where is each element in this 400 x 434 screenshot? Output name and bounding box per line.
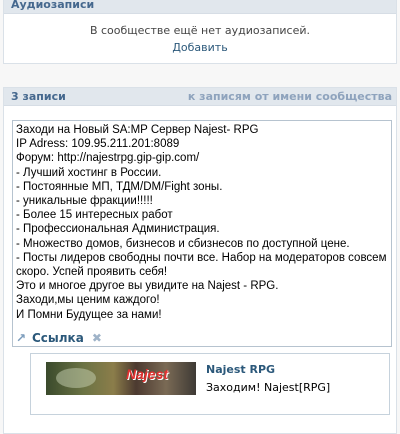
link-thumbnail[interactable]: Najest <box>46 362 196 395</box>
add-audio-link[interactable]: Добавить <box>4 41 396 54</box>
close-icon[interactable]: ✖ <box>92 331 102 345</box>
thumbnail-glow <box>56 368 96 388</box>
attachment-label: Ссылка <box>32 331 84 345</box>
link-description: Заходим! Najest[RPG] <box>206 381 331 394</box>
wall-post-count: 3 записи <box>11 90 66 103</box>
link-attachment-card[interactable]: Najest Najest RPG Заходим! Najest[RPG] <box>30 353 390 415</box>
audio-empty-text: В сообществе ещё нет аудиозаписей. <box>89 24 311 37</box>
paperclip-icon: ↗ <box>16 331 27 345</box>
audio-panel: Аудиозаписи В сообществе ещё нет аудиоза… <box>3 0 397 64</box>
wall-header: 3 записи к записям от имени сообщества <box>4 88 396 106</box>
link-title[interactable]: Najest RPG <box>206 363 275 376</box>
thumbnail-logo: Najest <box>126 366 169 382</box>
post-text-area[interactable]: Заходи на Новый SA:MP Сервер Najest- RPG… <box>12 120 392 347</box>
audio-panel-title: Аудиозаписи <box>4 0 396 14</box>
attachment-header: ↗ Ссылка ✖ <box>16 331 102 345</box>
community-posts-link[interactable]: к записям от имени сообщества <box>188 88 396 105</box>
wall-panel: 3 записи к записям от имени сообщества З… <box>3 87 397 434</box>
